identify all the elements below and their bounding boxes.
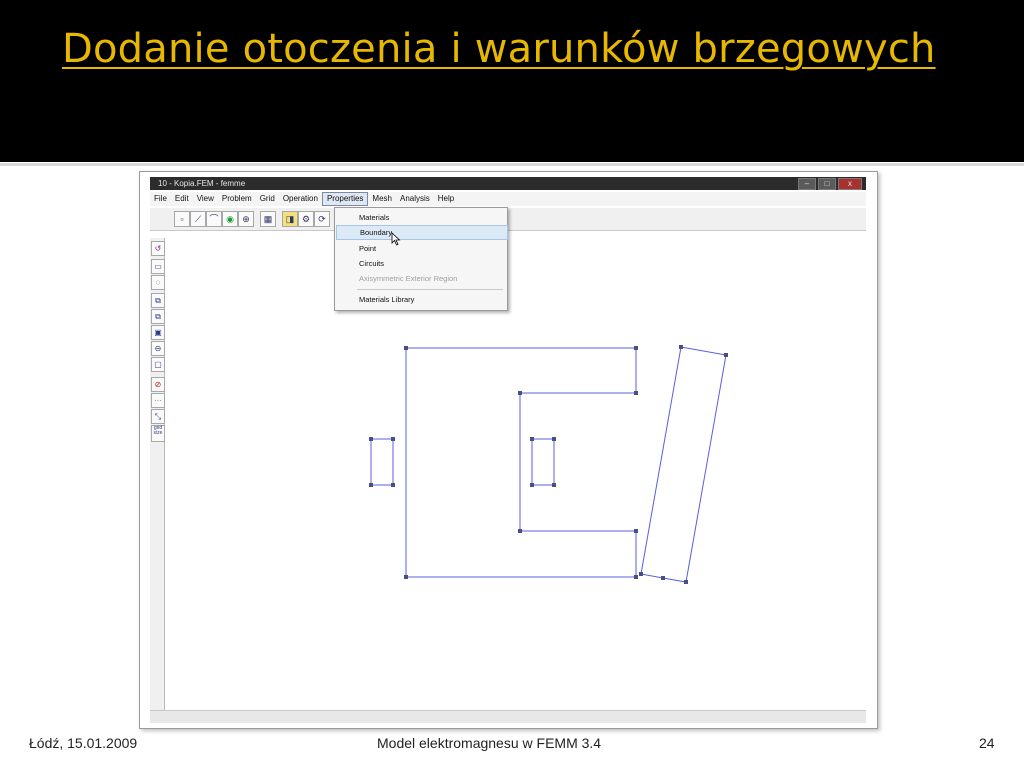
zoom-in-icon[interactable]: ⊖: [151, 341, 165, 356]
segment-mode-icon[interactable]: ⟋: [190, 211, 206, 227]
grid-icon[interactable]: ⋯: [151, 393, 165, 408]
menu-edit[interactable]: Edit: [171, 192, 193, 206]
femm-screenshot: 10 - Kopia.FEM - femme – □ x File Edit V…: [139, 171, 878, 729]
status-bar: [150, 710, 866, 723]
snap-icon[interactable]: ⤡: [151, 409, 165, 424]
block-label-icon[interactable]: ◉: [222, 211, 238, 227]
menu-view[interactable]: View: [193, 192, 218, 206]
group-mode-icon[interactable]: ⊕: [238, 211, 254, 227]
slide-header: Dodanie otoczenia i warunków brzegowych: [0, 0, 1024, 162]
zoom-window-icon[interactable]: ▢: [151, 357, 165, 372]
delete-icon[interactable]: ⊘: [151, 377, 165, 392]
window-controls: – □ x: [798, 178, 862, 190]
header-divider: [0, 163, 1024, 166]
armature-outline: [640, 346, 727, 583]
menu-grid[interactable]: Grid: [256, 192, 279, 206]
footer-date: Łódź, 15.01.2009: [29, 735, 138, 751]
core-outline: [405, 347, 637, 578]
left-coil-outline: [370, 438, 394, 486]
menu-item-materials-library[interactable]: Materials Library: [336, 292, 506, 307]
page-number: 24: [979, 735, 995, 751]
menu-item-axisymmetric: Axisymmetric Exterior Region: [359, 274, 458, 283]
side-toolbar: ↺ ▭ ◌ ⧉ ⧉ ▣ ⊖ ▢ ⊘ ⋯ ⤡ grid size: [150, 238, 165, 722]
menu-problem[interactable]: Problem: [218, 192, 256, 206]
mirror-icon[interactable]: ⧉: [151, 309, 165, 324]
zoom-icon[interactable]: ◨: [282, 211, 298, 227]
arc-mode-icon[interactable]: ⌒: [206, 211, 222, 227]
scale-icon[interactable]: ▣: [151, 325, 165, 340]
window-titlebar[interactable]: 10 - Kopia.FEM - femme – □ x: [150, 177, 866, 190]
right-coil-outline: [531, 438, 555, 486]
menu-item-boundary[interactable]: Boundary: [336, 225, 508, 240]
menu-help[interactable]: Help: [434, 192, 458, 206]
window-title: 10 - Kopia.FEM - femme: [158, 179, 246, 188]
menu-item-circuits[interactable]: Circuits: [336, 256, 506, 271]
node-mode-icon[interactable]: ▫: [174, 211, 190, 227]
copy-icon[interactable]: ⧉: [151, 293, 165, 308]
mesh-icon[interactable]: ▦: [260, 211, 276, 227]
geometry-nodes: [369, 345, 728, 584]
rectangle-select-icon[interactable]: ▭: [151, 259, 165, 274]
grid-size-icon[interactable]: grid size: [151, 425, 165, 442]
menu-item-materials[interactable]: Materials: [336, 210, 506, 225]
analyze-icon[interactable]: ⟳: [314, 211, 330, 227]
maximize-button[interactable]: □: [818, 178, 836, 190]
menu-mesh[interactable]: Mesh: [368, 192, 396, 206]
mouse-cursor-icon: [391, 232, 401, 246]
undo-icon[interactable]: ↺: [151, 241, 165, 256]
menu-separator: [357, 289, 503, 290]
menu-analysis[interactable]: Analysis: [396, 192, 434, 206]
geometry-drawing: [369, 345, 728, 584]
menu-properties[interactable]: Properties: [321, 192, 369, 206]
geometry-lines: [370, 346, 727, 583]
menu-bar: File Edit View Problem Grid Operation Pr…: [150, 192, 866, 206]
menu-operation[interactable]: Operation: [279, 192, 322, 206]
circle-select-icon[interactable]: ◌: [151, 275, 165, 290]
run-mesh-icon[interactable]: ⚙: [298, 211, 314, 227]
menu-file[interactable]: File: [150, 192, 171, 206]
minimize-button[interactable]: –: [798, 178, 816, 190]
menu-item-point[interactable]: Point: [336, 241, 506, 256]
drawing-canvas[interactable]: [165, 231, 866, 719]
main-toolbar: ▫ ⟋ ⌒ ◉ ⊕ ▦ ◨ ⚙ ⟳: [150, 208, 866, 231]
close-button[interactable]: x: [838, 178, 862, 190]
slide-title: Dodanie otoczenia i warunków brzegowych: [62, 26, 936, 72]
footer-title: Model elektromagnesu w FEMM 3.4: [377, 735, 602, 751]
properties-dropdown: Materials Boundary Point Circuits Axisym…: [334, 207, 508, 311]
